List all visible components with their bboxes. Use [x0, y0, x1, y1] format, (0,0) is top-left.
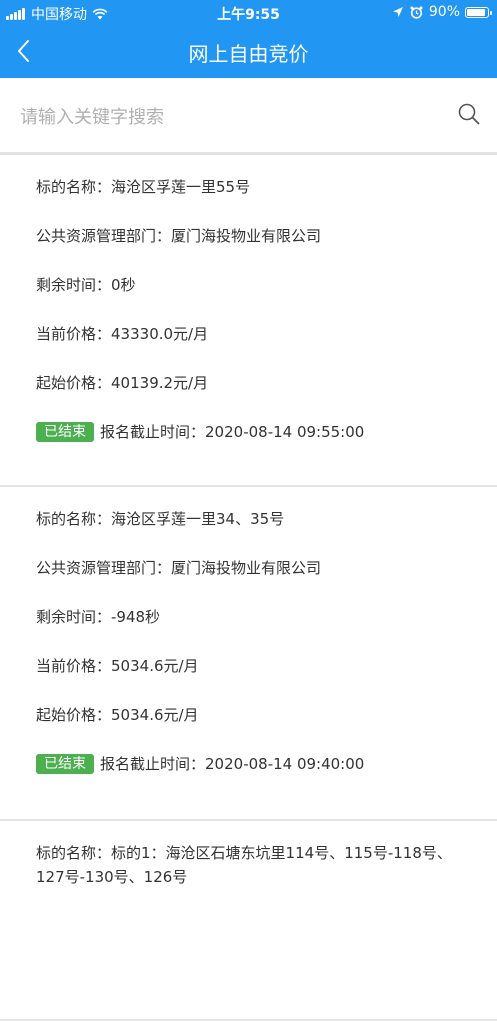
battery-percent: 90%: [428, 4, 460, 20]
department-row: 公共资源管理部门：厦门海投物业有限公司: [36, 224, 497, 273]
item-name: 海沧区孚莲一里55号: [111, 178, 251, 196]
auction-card[interactable]: 标的名称：海沧区孚莲一里55号 公共资源管理部门：厦门海投物业有限公司 剩余时间…: [0, 155, 497, 487]
deadline-value: 2020-08-14 09:40:00: [205, 755, 365, 773]
remaining-time-row: 剩余时间：0秒: [36, 273, 497, 322]
auction-card[interactable]: 标的名称：海沧区孚莲一里34、35号 公共资源管理部门：厦门海投物业有限公司 剩…: [0, 487, 497, 821]
remaining-time-label: 剩余时间：: [36, 276, 112, 294]
item-name-label: 标的名称：: [36, 844, 112, 862]
start-price-label: 起始价格：: [36, 706, 112, 724]
start-price-row: 起始价格：5034.6元/月: [36, 703, 497, 752]
status-right: 90%: [392, 4, 492, 20]
status-badge: 已结束: [36, 422, 94, 442]
nav-bar: 网上自由竞价: [0, 25, 497, 78]
deadline-label: 报名截止时间：: [100, 423, 206, 441]
current-price-row: 当前价格：43330.0元/月: [36, 322, 497, 371]
item-name: 海沧区孚莲一里34、35号: [111, 510, 285, 528]
start-price-value: 5034.6元/月: [111, 706, 199, 724]
remaining-time-value: 0秒: [111, 276, 136, 294]
current-price-value: 5034.6元/月: [111, 657, 199, 675]
current-price-row: 当前价格：5034.6元/月: [36, 654, 497, 703]
item-name-row: 标的名称：海沧区孚莲一里55号: [36, 175, 497, 224]
current-price-label: 当前价格：: [36, 325, 112, 343]
item-name-row: 标的名称：标的1：海沧区石塘东坑里114号、115号-118号、127号-130…: [36, 841, 497, 889]
item-name-label: 标的名称：: [36, 178, 112, 196]
remaining-time-row: 剩余时间：-948秒: [36, 605, 497, 654]
start-price-row: 起始价格：40139.2元/月: [36, 371, 497, 420]
battery-icon: [465, 6, 492, 18]
remaining-time-value: -948秒: [111, 608, 161, 626]
item-name-row: 标的名称：海沧区孚莲一里34、35号: [36, 507, 497, 556]
remaining-time-label: 剩余时间：: [36, 608, 112, 626]
item-name-label: 标的名称：: [36, 510, 112, 528]
deadline-row: 已结束 报名截止时间：2020-08-14 09:55:00: [36, 420, 497, 469]
department-label: 公共资源管理部门：: [36, 227, 172, 245]
search-bar: [0, 78, 497, 155]
deadline-label: 报名截止时间：: [100, 755, 206, 773]
page-title: 网上自由竞价: [188, 42, 309, 66]
start-price-label: 起始价格：: [36, 374, 112, 392]
search-input[interactable]: [18, 98, 442, 136]
auction-list: 标的名称：海沧区孚莲一里55号 公共资源管理部门：厦门海投物业有限公司 剩余时间…: [0, 155, 497, 1021]
department-value: 厦门海投物业有限公司: [171, 227, 322, 245]
status-bar: 中国移动 上午9:55 90%: [0, 0, 497, 25]
start-price-value: 40139.2元/月: [111, 374, 209, 392]
current-price-value: 43330.0元/月: [111, 325, 209, 343]
search-icon[interactable]: [457, 102, 481, 126]
auction-card[interactable]: 标的名称：标的1：海沧区石塘东坑里114号、115号-118号、127号-130…: [0, 821, 497, 1021]
location-icon: [392, 7, 403, 17]
alarm-icon: [410, 6, 423, 19]
status-badge: 已结束: [36, 754, 94, 774]
department-label: 公共资源管理部门：: [36, 559, 172, 577]
deadline-value: 2020-08-14 09:55:00: [205, 423, 365, 441]
deadline-row: 已结束 报名截止时间：2020-08-14 09:40:00: [36, 752, 497, 801]
department-value: 厦门海投物业有限公司: [171, 559, 322, 577]
department-row: 公共资源管理部门：厦门海投物业有限公司: [36, 556, 497, 605]
current-price-label: 当前价格：: [36, 657, 112, 675]
